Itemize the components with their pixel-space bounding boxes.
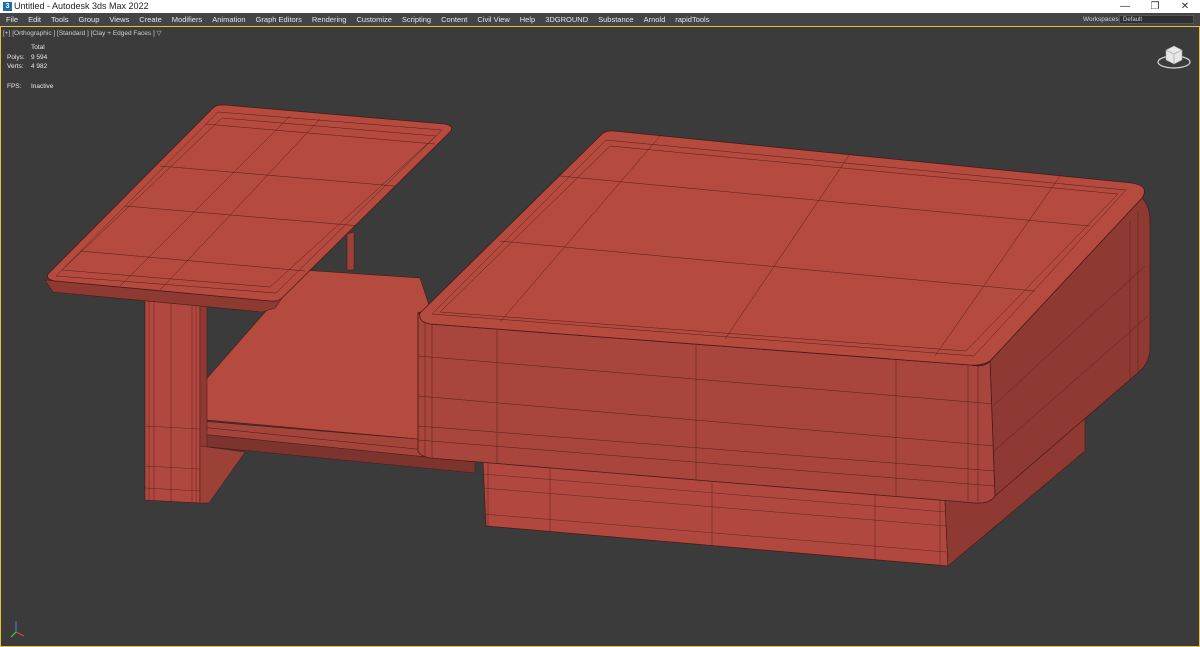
verts-label: Verts: (7, 63, 24, 70)
menu-item-help[interactable]: Help (515, 13, 540, 26)
menu-item-animation[interactable]: Animation (207, 13, 250, 26)
minimize-button[interactable]: — (1110, 0, 1140, 13)
axis-tripod-icon (10, 621, 25, 638)
menu-item-group[interactable]: Group (74, 13, 105, 26)
maximize-button[interactable]: ❐ (1140, 0, 1170, 13)
menu-item-edit[interactable]: Edit (23, 13, 46, 26)
stats-header: Total (31, 44, 45, 51)
menu-item-rapidtools[interactable]: rapidTools (670, 13, 714, 26)
fps-value: Inactive (31, 82, 54, 90)
menu-item-substance[interactable]: Substance (593, 13, 638, 26)
workspaces-label: Workspaces: (1083, 16, 1121, 23)
menu-item-3dground[interactable]: 3DGROUND (540, 13, 593, 26)
menu-item-scripting[interactable]: Scripting (397, 13, 436, 26)
menu-item-customize[interactable]: Customize (351, 13, 396, 26)
viewport-label-menu[interactable]: [+] [Orthographic ] [Standard ] [Clay + … (3, 29, 162, 37)
verts-value: 4 982 (31, 63, 48, 70)
menu-item-arnold[interactable]: Arnold (639, 13, 671, 26)
title-bar: 3 Untitled - Autodesk 3ds Max 2022 — ❐ ✕ (0, 0, 1200, 13)
menu-item-tools[interactable]: Tools (46, 13, 74, 26)
viewcube-icon[interactable] (1156, 42, 1192, 72)
close-button[interactable]: ✕ (1170, 0, 1200, 13)
viewport-perspective[interactable]: [+] [Orthographic ] [Standard ] [Clay + … (0, 26, 1200, 647)
scene-canvas[interactable] (0, 26, 1200, 647)
menu-item-graph-editors[interactable]: Graph Editors (251, 13, 307, 26)
menu-item-views[interactable]: Views (104, 13, 134, 26)
polys-label: Polys: (7, 53, 25, 61)
statistics-overlay: Total Polys: 9 594 Verts: 4 982 FPS: Inacti… (7, 43, 87, 91)
menu-item-modifiers[interactable]: Modifiers (167, 13, 207, 26)
menu-bar: File Edit Tools Group Views Create Modifiers An… (0, 13, 1200, 26)
menu-item-content[interactable]: Content (436, 13, 472, 26)
fps-label: FPS: (7, 82, 22, 90)
menu-item-civil-view[interactable]: Civil View (472, 13, 514, 26)
menu-item-rendering[interactable]: Rendering (307, 13, 352, 26)
menu-item-create[interactable]: Create (134, 13, 167, 26)
menu-items: File Edit Tools Group Views Create Modifiers An… (0, 13, 714, 26)
window-title: Untitled - Autodesk 3ds Max 2022 (14, 1, 149, 11)
workspaces-dropdown[interactable]: Default (1119, 15, 1194, 24)
menu-item-file[interactable]: File (0, 13, 23, 26)
app-logo-icon: 3 (3, 2, 12, 11)
big-table-body (417, 130, 1151, 504)
polys-value: 9 594 (31, 53, 48, 61)
